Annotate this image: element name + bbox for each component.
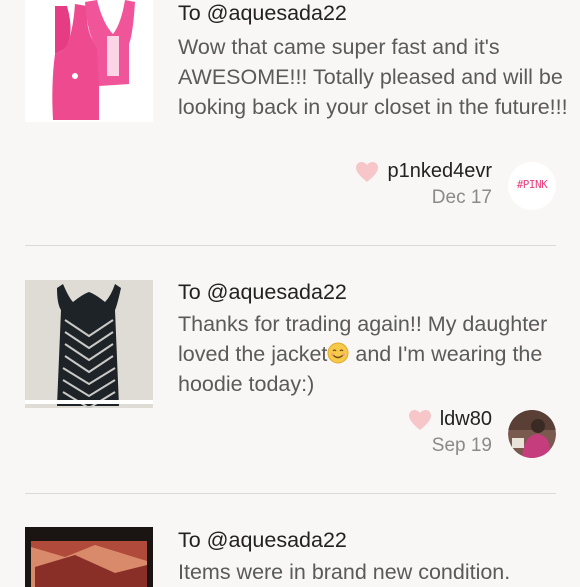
reviewer-avatar[interactable]: #PINK bbox=[508, 162, 556, 210]
review-recipient: To @aquesada22 bbox=[178, 280, 347, 304]
reviewer-username[interactable]: p1nked4evr bbox=[387, 160, 492, 183]
reviewer-username[interactable]: ldw80 bbox=[440, 408, 492, 431]
review-date: Sep 19 bbox=[431, 435, 492, 456]
review-recipient: To @aquesada22 bbox=[178, 1, 347, 25]
user-photo-avatar bbox=[508, 410, 556, 458]
review-message: Items were in brand new condition. bbox=[178, 560, 511, 584]
smiling-face-emoji bbox=[327, 342, 349, 364]
reviewer-row: p1nked4evr bbox=[355, 160, 492, 183]
heart-icon bbox=[356, 161, 379, 182]
reviewer-avatar[interactable] bbox=[508, 410, 556, 458]
pink-tank-top-image bbox=[25, 0, 153, 122]
review-recipient: To @aquesada22 bbox=[178, 528, 347, 552]
heart-icon bbox=[408, 409, 431, 430]
listing-thumbnail[interactable] bbox=[25, 280, 153, 408]
avatar-label: #PINK bbox=[516, 178, 548, 191]
product-photo-image bbox=[25, 527, 153, 587]
listing-thumbnail[interactable] bbox=[25, 0, 153, 122]
review-date: Dec 17 bbox=[431, 187, 492, 208]
review-message: Thanks for trading again!! My daughter l… bbox=[178, 309, 573, 399]
reviewer-row: ldw80 bbox=[408, 408, 492, 431]
divider bbox=[25, 493, 556, 494]
review-message: Wow that came super fast and it's AWESOM… bbox=[178, 35, 568, 119]
striped-dress-image bbox=[25, 280, 153, 408]
listing-thumbnail[interactable] bbox=[25, 527, 153, 587]
divider bbox=[25, 245, 556, 246]
